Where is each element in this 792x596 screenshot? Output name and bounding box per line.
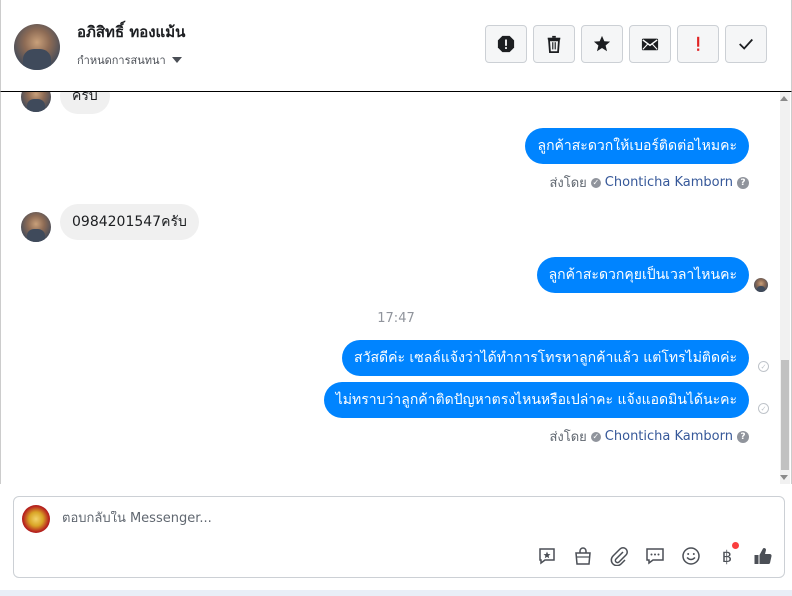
sender-name-link[interactable]: Chonticha Kamborn (605, 175, 733, 190)
check-circle-icon: ✓ (590, 177, 601, 188)
envelope-icon (641, 38, 659, 51)
sent-by-line: ส่งโดย ✓ Chonticha Kamborn ? (549, 172, 749, 193)
help-icon[interactable]: ? (737, 176, 749, 189)
contact-name[interactable]: อภิสิทธิ์ ทองแม้น (77, 20, 185, 44)
delete-button[interactable] (533, 25, 575, 63)
trash-icon (547, 35, 561, 53)
message-thread[interactable]: ครับ ลูกค้าสะดวกให้เบอร์ติดต่อไหมคะ ส่งโ… (0, 92, 792, 484)
sent-check-icon: ✓ (758, 361, 769, 372)
seen-avatar (754, 278, 768, 292)
messenger-conversation-view: อภิสิทธิ์ ทองแม้น กำหนดการสนทนา ครับ ลูก… (0, 0, 792, 596)
timestamp-divider: 17:47 (377, 311, 415, 326)
contact-message-avatar (21, 92, 51, 112)
sent-by-prefix: ส่งโดย (549, 430, 587, 445)
contact-avatar[interactable] (14, 24, 60, 70)
scroll-down-arrow-icon[interactable] (780, 475, 788, 480)
baht-icon[interactable]: ฿ (716, 542, 739, 567)
mark-unread-button[interactable] (629, 25, 671, 63)
scrollbar-thumb[interactable] (781, 360, 789, 470)
reply-input[interactable] (62, 511, 662, 526)
shopping-bag-icon[interactable] (572, 545, 594, 567)
star-icon (593, 35, 611, 52)
scroll-up-arrow-icon[interactable] (780, 96, 788, 101)
conversation-options-label: กำหนดการสนทนา (77, 54, 166, 67)
thumbs-up-icon[interactable] (752, 545, 774, 567)
sent-by-line: ส่งโดย ✓ Chonticha Kamborn ? (549, 426, 749, 447)
alert-octagon-icon (497, 35, 515, 53)
message-scrollbar[interactable] (780, 92, 790, 484)
outgoing-message-bubble[interactable]: ไม่ทราบว่าลูกค้าติดปัญหาตรงไหนหรือเปล่าค… (323, 382, 749, 418)
notification-dot (732, 542, 739, 549)
bottom-border-strip (0, 590, 792, 596)
help-icon[interactable]: ? (737, 430, 749, 443)
sent-check-icon: ✓ (758, 403, 769, 414)
check-circle-icon: ✓ (590, 431, 601, 442)
chat-bubbles-icon[interactable] (644, 545, 666, 567)
caret-down-icon (171, 57, 182, 63)
spam-button[interactable] (485, 25, 527, 63)
follow-up-button[interactable] (677, 25, 719, 63)
star-button[interactable] (581, 25, 623, 63)
incoming-message-bubble[interactable]: ครับ (60, 92, 110, 114)
done-button[interactable] (725, 25, 767, 63)
exclamation-icon (697, 36, 700, 51)
paperclip-icon[interactable] (608, 545, 630, 567)
saved-reply-icon[interactable] (536, 545, 558, 567)
sender-name-link[interactable]: Chonticha Kamborn (605, 429, 733, 444)
conversation-header: อภิสิทธิ์ ทองแม้น กำหนดการสนทนา (0, 0, 792, 92)
emoji-icon[interactable] (680, 545, 702, 567)
outgoing-message-bubble[interactable]: สวัสดีค่ะ เซลล์แจ้งว่าได้ทำการโทรหาลูกค้… (342, 340, 749, 376)
page-logo-avatar (22, 505, 50, 533)
contact-message-avatar (21, 212, 51, 242)
sent-by-prefix: ส่งโดย (549, 176, 587, 191)
incoming-message-bubble[interactable]: 0984201547ครับ (60, 204, 199, 240)
conversation-options-dropdown[interactable]: กำหนดการสนทนา (77, 51, 182, 69)
outgoing-message-bubble[interactable]: ลูกค้าสะดวกคุยเป็นเวลาไหนคะ (536, 257, 749, 293)
svg-text:฿: ฿ (722, 547, 732, 566)
check-icon (739, 38, 753, 50)
outgoing-message-bubble[interactable]: ลูกค้าสะดวกให้เบอร์ติดต่อไหมคะ (525, 128, 749, 164)
reply-composer: ฿ (13, 496, 785, 578)
